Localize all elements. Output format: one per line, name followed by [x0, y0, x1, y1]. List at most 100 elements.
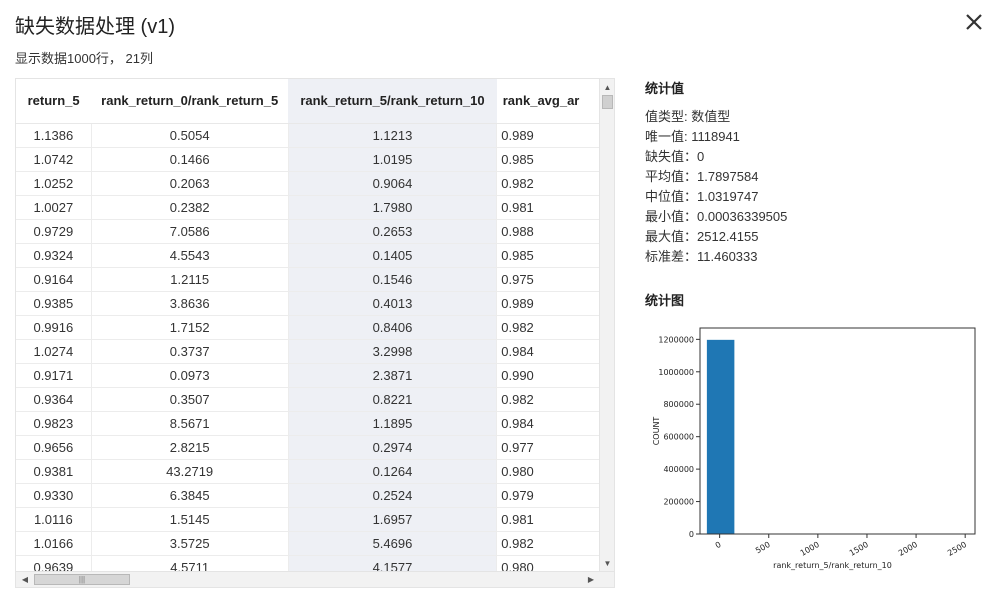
- table-row[interactable]: 1.1386 0.5054 1.1213 0.989: [16, 123, 600, 148]
- table-cell: 0.981: [496, 507, 600, 532]
- table-cell: 0.9729: [16, 219, 92, 244]
- table-row[interactable]: 0.9823 8.5671 1.1895 0.984: [16, 411, 600, 436]
- table-cell: 0.1405: [288, 243, 498, 268]
- column-header[interactable]: return_5: [16, 79, 92, 124]
- table-cell: 0.9656: [16, 435, 92, 460]
- table-row[interactable]: 0.9381 43.2719 0.1264 0.980: [16, 459, 600, 484]
- table-cell: 3.2998: [288, 339, 498, 364]
- table-row[interactable]: 1.0027 0.2382 1.7980 0.981: [16, 195, 600, 220]
- histogram-bar: [706, 339, 735, 534]
- y-tick-label: 200000: [663, 498, 694, 507]
- dialog-title: 缺失数据处理 (v1): [15, 16, 175, 38]
- column-header[interactable]: rank_avg_ar: [496, 79, 600, 124]
- scroll-left-icon[interactable]: ◀: [18, 572, 32, 587]
- stat-min: 最小值：0.00036339505: [645, 209, 788, 224]
- table-cell: 1.1213: [288, 123, 498, 148]
- table-cell: 0.989: [496, 291, 600, 316]
- stat-missing: 缺失值：0: [645, 149, 705, 164]
- table-row[interactable]: 1.0274 0.3737 3.2998 0.984: [16, 339, 600, 364]
- horizontal-scroll-thumb[interactable]: |||: [34, 574, 130, 585]
- data-summary: 显示数据1000行， 21列: [15, 51, 153, 66]
- table-row[interactable]: 0.9385 3.8636 0.4013 0.989: [16, 291, 600, 316]
- histogram-chart: 0 200000 400000 600000 800000 1000000 1200000 0…: [652, 327, 976, 570]
- table-row[interactable]: 1.0116 1.5145 1.6957 0.981: [16, 507, 600, 532]
- stat-std: 标准差：11.460333: [645, 249, 758, 264]
- stat-mean: 平均值：1.7897584: [645, 169, 759, 184]
- scroll-right-icon[interactable]: ▶: [584, 572, 598, 587]
- table-cell: 2.8215: [91, 435, 289, 460]
- horizontal-scrollbar[interactable]: ◀ ||| ▶: [16, 571, 614, 587]
- scroll-down-icon[interactable]: ▼: [600, 557, 614, 571]
- table-cell: 0.988: [496, 219, 600, 244]
- vertical-scroll-thumb[interactable]: [602, 95, 613, 109]
- table-cell: 0.3737: [91, 339, 289, 364]
- table-cell: 1.0027: [16, 195, 92, 220]
- x-tick-label: 2000: [897, 540, 919, 558]
- table-cell: 1.6957: [288, 507, 498, 532]
- table-cell: 2.3871: [288, 363, 498, 388]
- table-row[interactable]: 0.9729 7.0586 0.2653 0.988: [16, 219, 600, 244]
- table-header-row: return_5 rank_return_0/rank_return_5 ran…: [16, 79, 600, 124]
- y-axis-label: COUNT: [652, 417, 661, 446]
- table-body: 1.1386 0.5054 1.1213 0.989 1.0742 0.1466 1.019…: [16, 123, 600, 573]
- table-row[interactable]: 0.9656 2.8215 0.2974 0.977: [16, 435, 600, 460]
- table-cell: 1.0274: [16, 339, 92, 364]
- column-header[interactable]: rank_return_0/rank_return_5: [91, 79, 289, 124]
- stat-median: 中位值：1.0319747: [645, 189, 759, 204]
- y-tick-label: 0: [689, 530, 694, 539]
- table-cell: 0.982: [496, 531, 600, 556]
- x-tick-label: 500: [754, 540, 772, 555]
- table-cell: 0.985: [496, 243, 600, 268]
- table-cell: 7.0586: [91, 219, 289, 244]
- chart-section-title: 统计图: [645, 293, 685, 308]
- table-cell: 0.980: [496, 459, 600, 484]
- table-cell: 0.985: [496, 147, 600, 172]
- table-cell: 0.2974: [288, 435, 498, 460]
- table-cell: 1.0166: [16, 531, 92, 556]
- y-tick-label: 1000000: [658, 368, 694, 377]
- y-tick-label: 1200000: [658, 335, 694, 344]
- table-cell: 0.2524: [288, 483, 498, 508]
- table-cell: 0.9171: [16, 363, 92, 388]
- table-cell: 0.9164: [16, 267, 92, 292]
- vertical-scrollbar[interactable]: ▲ ▼: [599, 79, 614, 573]
- data-table-panel: return_5 rank_return_0/rank_return_5 ran…: [15, 78, 615, 588]
- stats-list: 值类型: 数值型 唯一值: 1118941 缺失值：0 平均值：1.789758…: [645, 107, 787, 267]
- close-icon[interactable]: [962, 10, 986, 34]
- table-cell: 1.2115: [91, 267, 289, 292]
- y-tick-label: 600000: [663, 433, 694, 442]
- table-cell: 4.5543: [91, 243, 289, 268]
- table-cell: 1.5145: [91, 507, 289, 532]
- table-row[interactable]: 0.9164 1.2115 0.1546 0.975: [16, 267, 600, 292]
- table-cell: 0.984: [496, 339, 600, 364]
- table-cell: 0.1264: [288, 459, 498, 484]
- table-cell: 0.984: [496, 411, 600, 436]
- table-cell: 1.7152: [91, 315, 289, 340]
- table-row[interactable]: 1.0742 0.1466 1.0195 0.985: [16, 147, 600, 172]
- column-header-selected[interactable]: rank_return_5/rank_return_10: [288, 79, 497, 124]
- table-row[interactable]: 0.9324 4.5543 0.1405 0.985: [16, 243, 600, 268]
- table-cell: 0.3507: [91, 387, 289, 412]
- table-cell: 0.5054: [91, 123, 289, 148]
- table-cell: 0.1466: [91, 147, 289, 172]
- table-cell: 6.3845: [91, 483, 289, 508]
- table-cell: 5.4696: [288, 531, 498, 556]
- table-row[interactable]: 0.9171 0.0973 2.3871 0.990: [16, 363, 600, 388]
- table-cell: 0.9385: [16, 291, 92, 316]
- table-row[interactable]: 0.9330 6.3845 0.2524 0.979: [16, 483, 600, 508]
- table-row[interactable]: 1.0166 3.5725 5.4696 0.982: [16, 531, 600, 556]
- table-cell: 1.1386: [16, 123, 92, 148]
- x-tick-label: 1000: [799, 540, 821, 558]
- table-cell: 0.9330: [16, 483, 92, 508]
- table-row[interactable]: 1.0252 0.2063 0.9064 0.982: [16, 171, 600, 196]
- stats-title: 统计值: [645, 81, 685, 96]
- table-cell: 1.0252: [16, 171, 92, 196]
- scroll-up-icon[interactable]: ▲: [600, 81, 614, 95]
- plot-frame: [699, 327, 976, 535]
- table-cell: 0.8406: [288, 315, 498, 340]
- table-row[interactable]: 0.9364 0.3507 0.8221 0.982: [16, 387, 600, 412]
- table-row[interactable]: 0.9916 1.7152 0.8406 0.982: [16, 315, 600, 340]
- table-cell: 0.975: [496, 267, 600, 292]
- table-cell: 43.2719: [91, 459, 289, 484]
- table-cell: 0.0973: [91, 363, 289, 388]
